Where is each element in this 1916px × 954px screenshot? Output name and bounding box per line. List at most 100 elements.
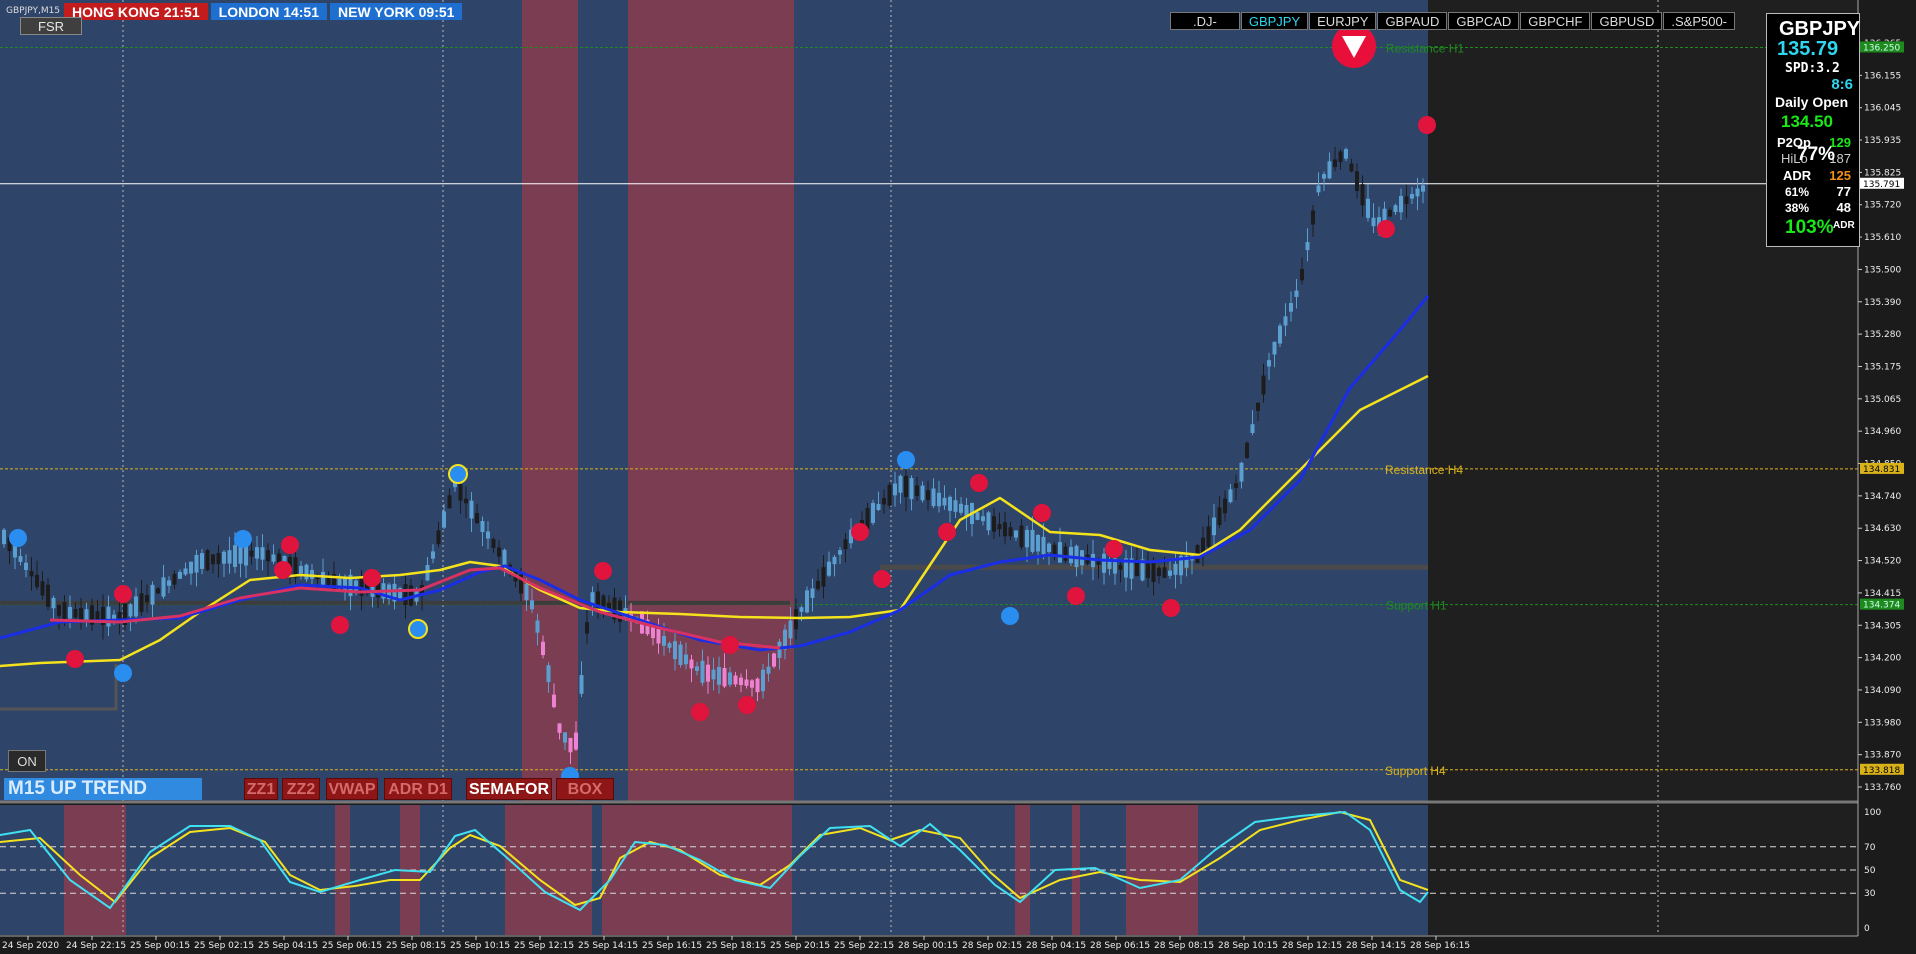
semafor-dot [274,561,292,579]
semafor-dot [234,530,252,548]
candle-body [1118,564,1123,570]
candle-body [1393,205,1398,212]
symbol-button-sp500[interactable]: .S&P500- [1663,12,1736,30]
time-axis-label: 28 Sep 00:15 [898,941,958,951]
candle-body [893,483,897,496]
symbol-button-gbpjpy[interactable]: GBPJPY [1240,12,1309,30]
candle-body [546,665,551,683]
time-axis-label: 28 Sep 02:15 [962,941,1022,951]
candle-body [1410,194,1414,199]
zz1-toggle[interactable]: ZZ1 [244,778,278,800]
candle-body [128,604,133,617]
adr-d1-toggle[interactable]: ADR D1 [384,778,452,800]
candle-body [1256,402,1260,411]
semafor-dot [897,451,915,469]
price-axis-label: 135.390 [1864,298,1901,308]
price-axis-label: 135.065 [1864,395,1901,405]
candle-body [106,606,111,627]
candle-body [1360,184,1365,206]
price-chart[interactable]: Resistance H1 Resistance H4 Support H1 Supp… [0,0,1916,954]
fsr-button[interactable]: FSR [20,17,82,35]
symbol-button-eurjpy[interactable]: EURJPY [1309,12,1377,30]
candle-body [1173,563,1178,575]
trend-status-label: M15 UP TREND [4,778,202,800]
candle-body [299,565,303,574]
candle-body [480,520,485,533]
level-label: Resistance H1 [1386,41,1464,55]
time-axis-label: 28 Sep 10:15 [1218,941,1278,951]
panel-countdown: 8:6 [1831,76,1853,93]
price-axis-label: 134.415 [1864,589,1901,599]
candle-body [200,553,204,569]
candle-body [821,567,826,587]
candle-body [156,588,160,594]
candle-body [876,504,881,511]
candle-body [1289,302,1293,312]
candle-body [1261,375,1266,395]
semafor-toggle[interactable]: SEMAFOR [466,778,552,800]
symbol-button-gbpcad[interactable]: GBPCAD [1448,12,1520,30]
candle-body [843,539,848,550]
hong-kong-clock: HONG KONG 21:51 [64,3,208,20]
semafor-dot [114,664,132,682]
candle-body [222,551,226,564]
candle-body [574,732,578,750]
candle-body [1019,525,1024,548]
price-axis-label: 133.870 [1864,751,1901,761]
candle-body [1349,163,1354,172]
candle-body [711,669,716,680]
vwap-toggle[interactable]: VWAP [326,778,378,800]
time-axis-label: 28 Sep 06:15 [1090,941,1150,951]
candle-body [915,485,919,497]
time-axis-label: 25 Sep 12:15 [514,941,574,951]
candle-body [772,653,776,667]
london-clock: LONDON 14:51 [210,3,327,20]
candle-body [931,488,936,507]
candle-body [216,552,221,565]
semafor-dot [873,570,891,588]
time-axis-label: 25 Sep 14:15 [578,941,638,951]
price-axis-label: 134.200 [1864,654,1901,664]
panel-r38-value: 48 [1836,200,1851,215]
semafor-dot [1001,607,1019,625]
candle-body [959,503,963,513]
panel-overlay-percent: 77% [1797,144,1836,165]
symbol-button-gbpchf[interactable]: GBPCHF [1520,12,1591,30]
candle-body [145,595,149,603]
candle-body [1047,543,1051,553]
time-axis-label: 25 Sep 10:15 [450,941,510,951]
price-tag: 134.374 [1863,601,1900,611]
candle-body [189,561,193,574]
price-axis-label: 135.610 [1864,233,1901,243]
price-axis-label: 134.960 [1864,427,1901,437]
candle-body [211,554,215,565]
price-axis-label: 134.740 [1864,492,1901,502]
symbol-button-gbpusd[interactable]: GBPUSD [1591,12,1663,30]
panel-price: 135.79 [1777,38,1839,60]
box-toggle[interactable]: BOX [556,778,614,800]
candle-body [150,584,155,605]
candle-body [172,573,177,585]
panel-adr-label: ADR [1783,168,1812,183]
oscillator-axis-label: 50 [1864,866,1876,876]
candle-body [1102,553,1106,573]
zz2-toggle[interactable]: ZZ2 [282,778,320,800]
candle-body [1217,507,1222,526]
candle-body [1245,442,1249,458]
candle-body [739,677,743,686]
candle-body [84,609,89,620]
price-axis-label: 135.825 [1864,168,1901,178]
symbol-button-dj[interactable]: .DJ- [1170,12,1240,30]
candle-body [227,550,232,564]
candle-body [700,660,705,683]
chart-window[interactable]: Resistance H1 Resistance H4 Support H1 Supp… [0,0,1916,954]
candle-body [1036,534,1040,552]
candle-body [1305,242,1310,251]
candle-body [260,547,265,560]
symbol-button-gbpaud[interactable]: GBPAUD [1377,12,1448,30]
candle-body [442,511,446,528]
time-axis-label: 25 Sep 20:15 [770,941,830,951]
candle-body [898,475,903,493]
level-label: Support H4 [1385,764,1446,778]
on-toggle-button[interactable]: ON [8,750,46,772]
